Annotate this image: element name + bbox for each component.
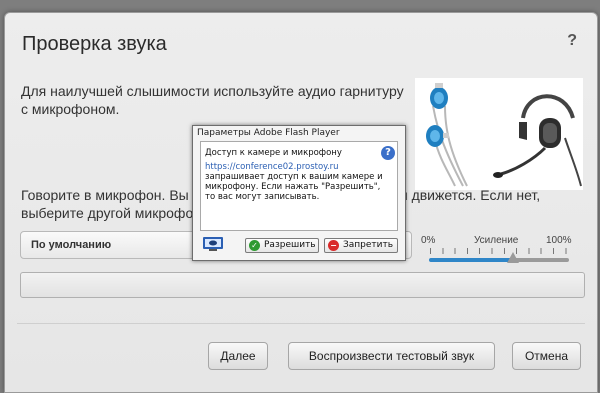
check-icon: ✓ [249, 240, 260, 251]
next-button[interactable]: Далее [208, 342, 268, 370]
flash-requesting-url: https://conference02.prostoy.ru [205, 162, 339, 172]
gain-ticks [430, 248, 567, 254]
flash-message-text: запрашивает доступ к вашим камере и микр… [205, 172, 383, 202]
microphone-select-value: По умолчанию [31, 239, 112, 251]
dialog-title: Проверка звука [22, 33, 167, 55]
cancel-button[interactable]: Отмена [512, 342, 581, 370]
volume-meter [20, 272, 585, 298]
headset-image [415, 78, 583, 190]
gain-slider-track[interactable] [429, 258, 569, 262]
flash-dialog-title: Параметры Adobe Flash Player [197, 128, 340, 138]
allow-button[interactable]: ✓ Разрешить [245, 238, 319, 253]
flash-heading: Доступ к камере и микрофону [205, 148, 342, 158]
help-icon[interactable]: ? [567, 32, 577, 50]
deny-button[interactable]: − Запретить [324, 238, 398, 253]
description-text: Для наилучшей слышимости используйте ауд… [21, 83, 404, 117]
minus-icon: − [328, 240, 339, 251]
gain-slider-thumb[interactable] [507, 252, 519, 263]
allow-button-label: Разрешить [264, 240, 316, 250]
gain-label: Усиление [474, 235, 519, 246]
gain-min-label: 0% [421, 235, 436, 246]
earbuds-headset-icon [426, 83, 582, 187]
flash-permission-dialog: Параметры Adobe Flash Player Доступ к ка… [192, 125, 406, 261]
flash-message-box: Доступ к камере и микрофону ? https://co… [200, 141, 398, 231]
camera-mic-icon [203, 237, 223, 251]
play-test-sound-button[interactable]: Воспроизвести тестовый звук [288, 342, 495, 370]
gain-max-label: 100% [546, 235, 572, 246]
divider [17, 323, 585, 324]
deny-button-label: Запретить [343, 240, 394, 250]
flash-help-icon[interactable]: ? [381, 146, 395, 160]
